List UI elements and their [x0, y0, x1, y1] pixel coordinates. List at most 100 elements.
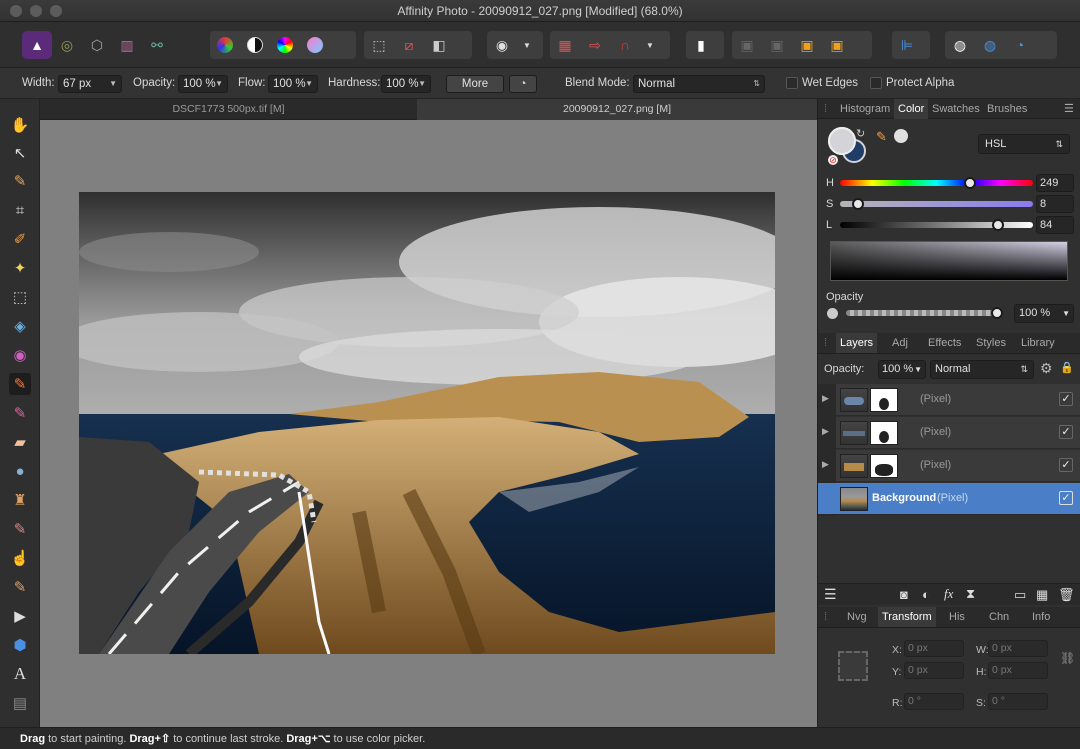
s-field[interactable]: 8: [1036, 195, 1074, 213]
hardness-field[interactable]: 100 % ▼: [381, 75, 431, 93]
fx-icon[interactable]: fx: [944, 586, 953, 602]
flow-field[interactable]: 100 % ▼: [268, 75, 318, 93]
layer-row-background[interactable]: Background (Pixel) ✓: [818, 483, 1080, 515]
liquify-persona-icon[interactable]: ◎: [52, 31, 82, 59]
panel-menu-icon[interactable]: ☰: [1064, 99, 1074, 119]
swap-colors-icon[interactable]: ↻: [856, 127, 865, 140]
flood-fill-tool-icon[interactable]: ◈: [9, 315, 31, 337]
trash-icon[interactable]: 🗑: [1058, 587, 1075, 603]
layer-visibility-checkbox[interactable]: ✓: [1059, 425, 1073, 439]
l-field[interactable]: 84: [1036, 216, 1074, 234]
color-picker-tool-icon[interactable]: ✎: [9, 170, 31, 192]
width-field[interactable]: 67 px ▼: [58, 75, 122, 93]
invert-selection-icon[interactable]: ◧: [424, 31, 454, 59]
tab-histogram[interactable]: Histogram: [840, 99, 890, 119]
h-field[interactable]: 249: [1036, 174, 1074, 192]
document-image[interactable]: [79, 192, 775, 654]
rotation-field[interactable]: 0 °: [904, 693, 964, 710]
photo-persona-icon[interactable]: ▲: [22, 31, 52, 59]
chevron-down-icon[interactable]: ▼: [640, 31, 660, 59]
tab-styles[interactable]: Styles: [976, 333, 1006, 353]
tab-channels[interactable]: Chn: [989, 607, 1009, 627]
tab-document-2[interactable]: 20090912_027.png [M]: [417, 99, 817, 120]
layer-visibility-checkbox[interactable]: ✓: [1059, 458, 1073, 472]
crop-tool-icon[interactable]: ⌗: [9, 199, 31, 221]
levels-icon[interactable]: [210, 31, 240, 59]
color-model-select[interactable]: HSL ⇅: [978, 134, 1070, 154]
tab-library[interactable]: Library: [1021, 333, 1055, 353]
paint-brush-tool-icon[interactable]: ✎: [9, 373, 31, 395]
opacity-knob[interactable]: [991, 307, 1003, 319]
tab-layers[interactable]: Layers: [836, 333, 878, 353]
tab-effects[interactable]: Effects: [928, 333, 961, 353]
eyedropper-icon[interactable]: ✎: [876, 129, 887, 145]
add-layer-icon[interactable]: ▦: [1036, 587, 1048, 603]
zoom-window-button[interactable]: [50, 5, 62, 17]
export-persona-icon[interactable]: ⚯: [142, 31, 172, 59]
assistant-icon[interactable]: ▮: [686, 31, 716, 59]
minimize-window-button[interactable]: [30, 5, 42, 17]
lightness-knob[interactable]: [992, 219, 1004, 231]
folder-icon[interactable]: ▭: [1014, 587, 1026, 603]
saturation-knob[interactable]: [852, 198, 864, 210]
black-white-icon[interactable]: [240, 31, 270, 59]
panel-grip-icon[interactable]: ⁞: [824, 99, 827, 119]
lightness-slider[interactable]: [840, 219, 1033, 231]
smudge-tool-icon[interactable]: ☝: [9, 547, 31, 569]
saturation-slider[interactable]: [840, 198, 1033, 210]
expand-icon[interactable]: ▶: [822, 393, 829, 404]
node-tool-icon[interactable]: ▶: [9, 605, 31, 627]
inpainting-tool-icon[interactable]: ✎: [9, 576, 31, 598]
tab-brushes[interactable]: Brushes: [987, 99, 1027, 119]
layer-visibility-checkbox[interactable]: ✓: [1059, 392, 1073, 406]
arrange-back-icon[interactable]: ▣: [732, 31, 762, 59]
more-button[interactable]: More: [446, 75, 504, 93]
magnet-icon[interactable]: ∩: [610, 31, 640, 59]
chevron-down-icon[interactable]: ▼: [517, 31, 537, 59]
expand-icon[interactable]: ▶: [822, 459, 829, 470]
layer-row[interactable]: ▶ (Pixel) ✓: [822, 417, 1080, 449]
layer-stack-icon[interactable]: ☰: [824, 586, 837, 603]
no-color-icon[interactable]: ⊘: [828, 155, 838, 165]
arrange-backward-icon[interactable]: ▣: [762, 31, 792, 59]
tab-navigator[interactable]: Nvg: [847, 607, 867, 627]
tab-info[interactable]: Info: [1032, 607, 1050, 627]
panel-grip-icon[interactable]: ⁞: [824, 607, 827, 627]
layer-row[interactable]: ▶ (Pixel) ✓: [822, 384, 1080, 416]
opacity-field[interactable]: 100 % ▼: [1014, 304, 1074, 323]
tab-color[interactable]: Color: [894, 99, 929, 119]
quick-mask-icon[interactable]: ◉: [487, 31, 517, 59]
erase-tool-icon[interactable]: ▰: [9, 431, 31, 453]
develop-persona-icon[interactable]: ⬡: [82, 31, 112, 59]
wet-edges-checkbox[interactable]: [786, 77, 798, 89]
text-tool-icon[interactable]: A: [9, 663, 31, 685]
arrange-front-icon[interactable]: ▣: [822, 31, 852, 59]
blemish-tool-icon[interactable]: ✎: [9, 518, 31, 540]
selection-brush-tool-icon[interactable]: ✐: [9, 228, 31, 250]
h-field[interactable]: 0 px: [988, 662, 1048, 679]
brush-settings-icon[interactable]: ◔: [509, 75, 537, 93]
move-tool-icon[interactable]: ↖: [9, 142, 31, 164]
tab-history[interactable]: His: [949, 607, 965, 627]
marquee-tool-icon[interactable]: ⬚: [9, 286, 31, 308]
grid-icon[interactable]: ▦: [550, 31, 580, 59]
flood-select-tool-icon[interactable]: ✦: [9, 257, 31, 279]
gear-icon[interactable]: ⚙: [1040, 360, 1053, 377]
hue-slider[interactable]: [840, 177, 1033, 189]
layer-opacity-field[interactable]: 100 % ▼: [878, 360, 926, 379]
tab-adj[interactable]: Adj: [892, 333, 908, 353]
tab-swatches[interactable]: Swatches: [932, 99, 980, 119]
layer-visibility-checkbox[interactable]: ✓: [1059, 491, 1073, 505]
mesh-warp-tool-icon[interactable]: ▤: [9, 692, 31, 714]
close-window-button[interactable]: [10, 5, 22, 17]
opacity-slider[interactable]: [846, 307, 1003, 319]
tone-mapping-persona-icon[interactable]: ▥: [112, 31, 142, 59]
tab-document-1[interactable]: DSCF1773 500px.tif [M]: [40, 99, 417, 120]
arrange-forward-icon[interactable]: ▣: [792, 31, 822, 59]
snap-icon[interactable]: ⇨: [580, 31, 610, 59]
w-field[interactable]: 0 px: [988, 640, 1048, 657]
panel-grip-icon[interactable]: ⁞: [824, 333, 827, 353]
lock-icon[interactable]: 🔒: [1060, 361, 1074, 374]
boolean-subtract-icon[interactable]: ◍: [975, 31, 1005, 59]
layer-blend-select[interactable]: Normal ⇅: [930, 360, 1034, 379]
